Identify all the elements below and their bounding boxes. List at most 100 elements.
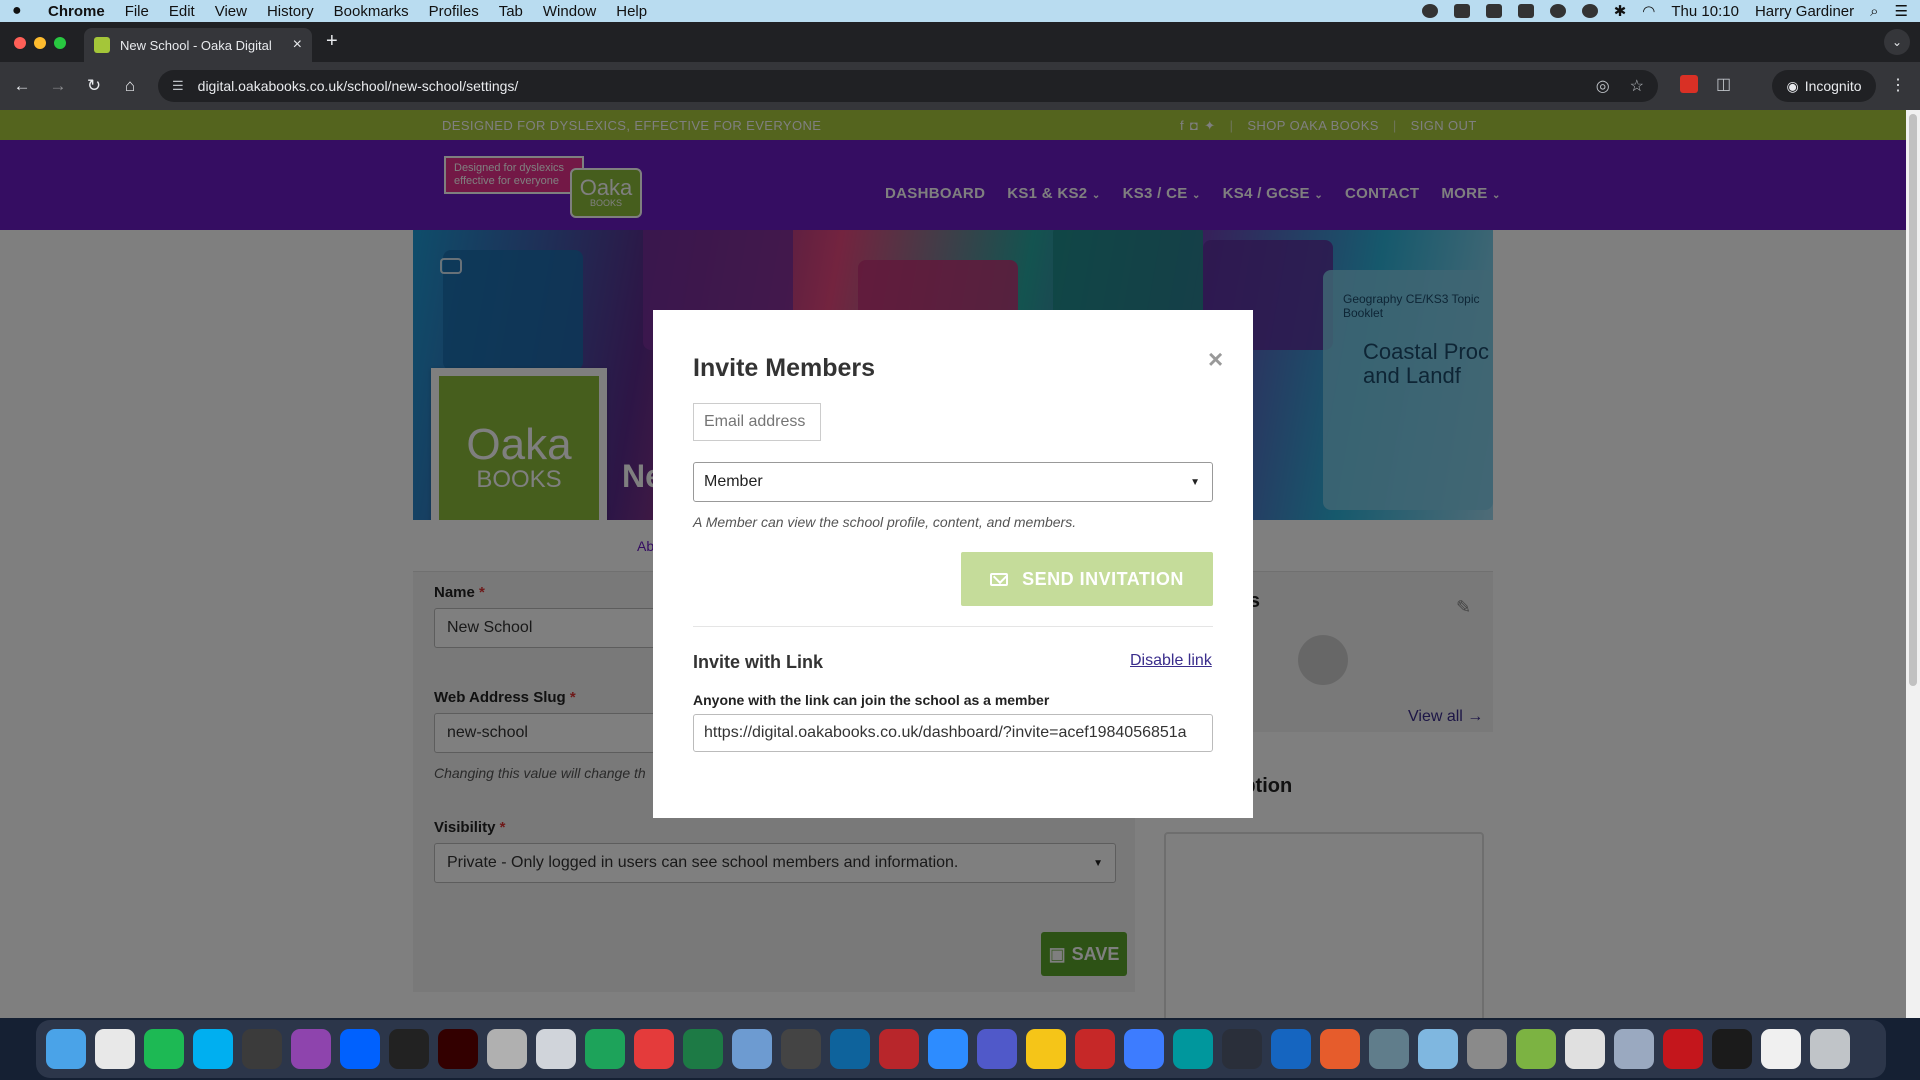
menu-app-name[interactable]: Chrome bbox=[48, 3, 105, 20]
extension-badge-icon[interactable] bbox=[1680, 75, 1698, 93]
macos-dock bbox=[0, 1018, 1920, 1080]
home-icon[interactable]: ⌂ bbox=[112, 76, 148, 96]
chrome-icon[interactable] bbox=[95, 1029, 135, 1069]
spotify-icon[interactable] bbox=[144, 1029, 184, 1069]
page-scrollbar[interactable] bbox=[1906, 110, 1920, 1018]
menu-view[interactable]: View bbox=[215, 3, 247, 20]
chat-icon[interactable] bbox=[1222, 1029, 1262, 1069]
menu-window[interactable]: Window bbox=[543, 3, 596, 20]
terminal-icon[interactable] bbox=[1712, 1029, 1752, 1069]
caret-down-icon: ▼ bbox=[1190, 477, 1200, 488]
bold-b-icon[interactable] bbox=[1517, 4, 1534, 18]
incognito-icon: ◉ bbox=[1786, 77, 1799, 94]
disable-link[interactable]: Disable link bbox=[1130, 652, 1212, 670]
menu-help[interactable]: Help bbox=[616, 3, 647, 20]
podcast-icon[interactable] bbox=[291, 1029, 331, 1069]
pen-app-icon[interactable] bbox=[634, 1029, 674, 1069]
menu-bookmarks[interactable]: Bookmarks bbox=[334, 3, 409, 20]
modal-divider bbox=[693, 626, 1213, 627]
control-center-icon[interactable]: ☰ bbox=[1895, 2, 1908, 20]
green-app-icon[interactable] bbox=[585, 1029, 625, 1069]
headphones-icon[interactable] bbox=[1271, 1029, 1311, 1069]
screen: ● Chrome File Edit View History Bookmark… bbox=[0, 0, 1920, 1080]
window-zoom-icon[interactable] bbox=[54, 37, 66, 49]
menu-history[interactable]: History bbox=[267, 3, 314, 20]
menu-tab[interactable]: Tab bbox=[499, 3, 523, 20]
menu-file[interactable]: File bbox=[125, 3, 149, 20]
calculator-icon[interactable] bbox=[487, 1029, 527, 1069]
creative-cloud-icon[interactable] bbox=[1421, 4, 1438, 18]
window-minimize-icon[interactable] bbox=[34, 37, 46, 49]
skype-icon[interactable] bbox=[193, 1029, 233, 1069]
safari-icon[interactable] bbox=[1369, 1029, 1409, 1069]
arduino-icon[interactable] bbox=[1173, 1029, 1213, 1069]
close-icon[interactable]: × bbox=[1208, 344, 1223, 375]
cloud-sync-icon[interactable] bbox=[1549, 4, 1566, 18]
document-icon[interactable] bbox=[1761, 1029, 1801, 1069]
network-icon[interactable] bbox=[732, 1029, 772, 1069]
tab-search-chevron-icon[interactable]: ⌄ bbox=[1884, 29, 1910, 55]
chart-icon[interactable] bbox=[1516, 1029, 1556, 1069]
status-area: ✱ ◠ Thu 10:10 Harry Gardiner ⌕ ☰ bbox=[1421, 2, 1908, 20]
avatar-icon[interactable] bbox=[1418, 1029, 1458, 1069]
invite-link-label: Anyone with the link can join the school… bbox=[693, 692, 1050, 708]
settings-icon[interactable] bbox=[1467, 1029, 1507, 1069]
acrobat-icon[interactable] bbox=[1663, 1029, 1703, 1069]
sonos-icon[interactable] bbox=[389, 1029, 429, 1069]
forward-icon[interactable]: → bbox=[40, 76, 76, 96]
photobooth-icon[interactable] bbox=[781, 1029, 821, 1069]
tracking-protection-icon[interactable]: ◎ bbox=[1596, 76, 1610, 96]
finder-icon[interactable] bbox=[46, 1029, 86, 1069]
time-machine-icon[interactable] bbox=[1581, 4, 1598, 18]
browser-tab[interactable]: New School - Oaka Digital × bbox=[84, 28, 312, 62]
lotus-icon[interactable] bbox=[242, 1029, 282, 1069]
docs-icon[interactable] bbox=[1485, 4, 1502, 18]
menu-edit[interactable]: Edit bbox=[169, 3, 195, 20]
back-icon[interactable]: ← bbox=[4, 76, 40, 96]
reload-icon[interactable]: ↻ bbox=[76, 76, 112, 96]
window-close-icon[interactable] bbox=[14, 37, 26, 49]
preview-icon[interactable] bbox=[1614, 1029, 1654, 1069]
arc-icon[interactable] bbox=[1124, 1029, 1164, 1069]
role-select[interactable]: Member ▼ bbox=[693, 462, 1213, 502]
zoom-icon[interactable] bbox=[928, 1029, 968, 1069]
vscode-icon[interactable] bbox=[830, 1029, 870, 1069]
email-input[interactable] bbox=[693, 403, 821, 441]
invite-link-input[interactable]: https://digital.oakabooks.co.uk/dashboar… bbox=[693, 714, 1213, 752]
database-icon[interactable] bbox=[1075, 1029, 1115, 1069]
url-text[interactable]: digital.oakabooks.co.uk/school/new-schoo… bbox=[198, 78, 519, 94]
bookmark-star-icon[interactable]: ☆ bbox=[1630, 76, 1644, 96]
address-bar[interactable]: ☰ digital.oakabooks.co.uk/school/new-sch… bbox=[158, 70, 1658, 102]
mail-icon[interactable] bbox=[536, 1029, 576, 1069]
bluetooth-icon[interactable]: ✱ bbox=[1614, 2, 1627, 20]
incognito-badge[interactable]: ◉ Incognito bbox=[1772, 70, 1876, 102]
onedrive-icon[interactable] bbox=[1453, 4, 1470, 18]
invite-link-title: Invite with Link bbox=[693, 652, 824, 672]
user-name[interactable]: Harry Gardiner bbox=[1755, 3, 1854, 20]
role-help-text: A Member can view the school profile, co… bbox=[693, 514, 1077, 530]
illustrator-icon[interactable] bbox=[438, 1029, 478, 1069]
trash-icon[interactable] bbox=[1810, 1029, 1850, 1069]
send-invitation-button[interactable]: SEND INVITATION bbox=[961, 552, 1213, 606]
wifi-icon[interactable]: ◠ bbox=[1642, 2, 1655, 20]
modal-title: Invite Members bbox=[693, 354, 876, 382]
clock[interactable]: Thu 10:10 bbox=[1671, 3, 1739, 20]
site-settings-icon[interactable]: ☰ bbox=[172, 78, 184, 94]
excel-icon[interactable] bbox=[683, 1029, 723, 1069]
menu-profiles[interactable]: Profiles bbox=[429, 3, 479, 20]
scrollbar-thumb[interactable] bbox=[1909, 114, 1917, 686]
teams-icon[interactable] bbox=[977, 1029, 1017, 1069]
flight-icon[interactable] bbox=[1565, 1029, 1605, 1069]
duck-icon[interactable] bbox=[1026, 1029, 1066, 1069]
extensions-puzzle-icon[interactable]: ◫ bbox=[1716, 74, 1731, 94]
scissors-icon[interactable] bbox=[879, 1029, 919, 1069]
apple-menu-icon[interactable]: ● bbox=[12, 2, 28, 20]
new-tab-icon[interactable]: + bbox=[326, 30, 338, 53]
chrome-menu-icon[interactable]: ⋮ bbox=[1890, 75, 1906, 95]
dropbox-icon[interactable] bbox=[340, 1029, 380, 1069]
tab-title: New School - Oaka Digital bbox=[120, 37, 272, 53]
send-invitation-label: SEND INVITATION bbox=[1022, 568, 1184, 589]
audio-icon[interactable] bbox=[1320, 1029, 1360, 1069]
tab-close-icon[interactable]: × bbox=[293, 36, 302, 54]
spotlight-search-icon[interactable]: ⌕ bbox=[1870, 3, 1878, 20]
